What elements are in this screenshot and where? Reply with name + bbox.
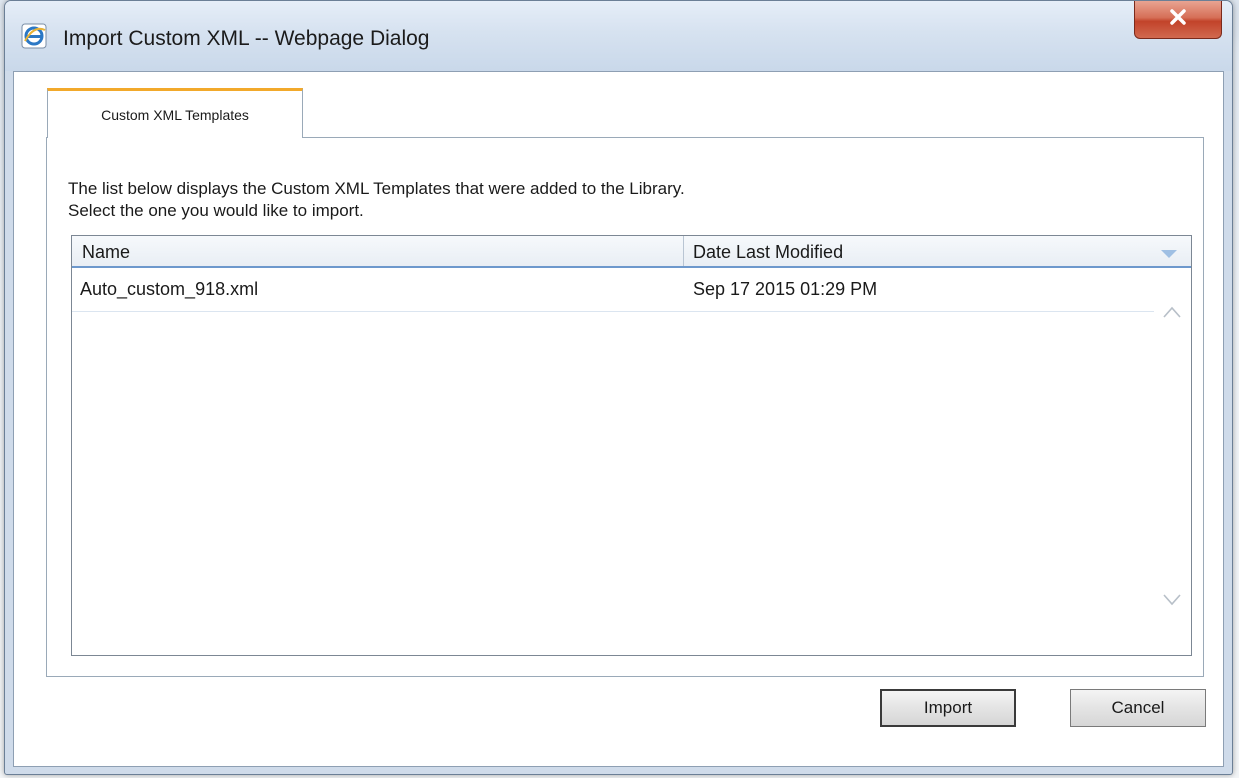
tab-label: Custom XML Templates [101, 106, 249, 123]
table-row[interactable]: Auto_custom_918.xml Sep 17 2015 01:29 PM [72, 268, 1154, 312]
list-header: Name Date Last Modified [72, 236, 1191, 268]
description-line-2: Select the one you would like to import. [68, 201, 364, 220]
templates-list[interactable]: Name Date Last Modified Auto_custom_918.… [71, 235, 1192, 656]
window-title: Import Custom XML -- Webpage Dialog [63, 27, 430, 50]
column-header-name[interactable]: Name [82, 242, 130, 263]
row-date: Sep 17 2015 01:29 PM [693, 279, 878, 299]
sort-descending-icon[interactable] [1161, 246, 1177, 264]
chevron-up-icon[interactable] [1163, 305, 1181, 323]
close-button[interactable] [1134, 1, 1222, 39]
chevron-down-icon[interactable] [1163, 593, 1181, 611]
import-button[interactable]: Import [880, 689, 1016, 727]
close-icon [1168, 8, 1188, 31]
column-separator[interactable] [683, 236, 684, 266]
tab-panel: The list below displays the Custom XML T… [46, 137, 1204, 677]
dialog-content: Custom XML Templates The list below disp… [13, 71, 1224, 767]
internet-explorer-icon [21, 23, 47, 49]
tab-custom-xml-templates[interactable]: Custom XML Templates [47, 88, 303, 138]
title-bar[interactable]: Import Custom XML -- Webpage Dialog [5, 1, 1232, 71]
description-line-1: The list below displays the Custom XML T… [68, 179, 685, 198]
dialog-window: Import Custom XML -- Webpage Dialog Cust… [4, 0, 1233, 775]
column-header-date-last-modified[interactable]: Date Last Modified [693, 242, 843, 263]
row-name: Auto_custom_918.xml [80, 279, 259, 299]
cancel-button[interactable]: Cancel [1070, 689, 1206, 727]
description: The list below displays the Custom XML T… [68, 178, 685, 222]
